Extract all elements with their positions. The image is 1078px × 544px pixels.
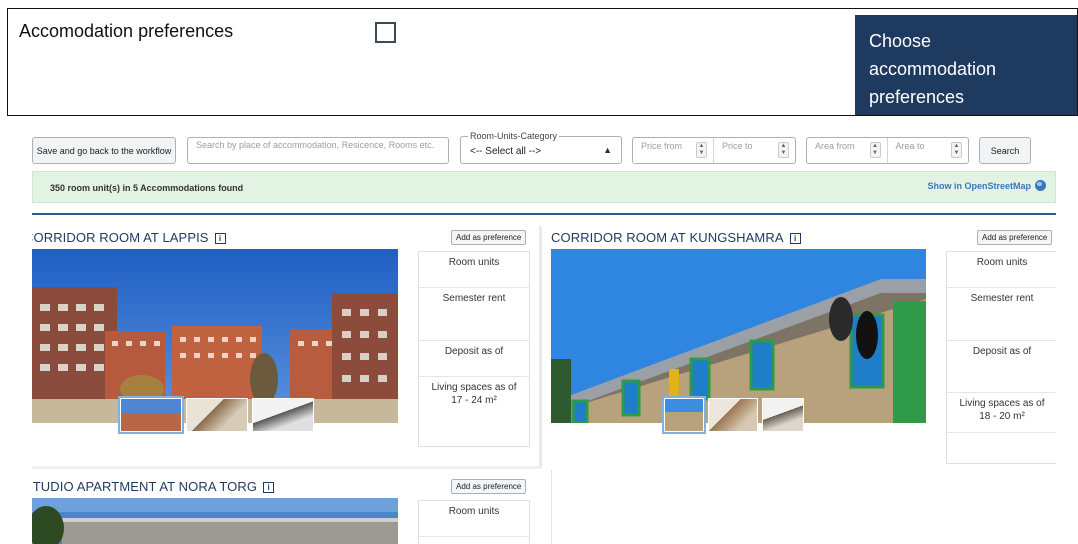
spinner-icon[interactable]: ▲ ▼ [869,142,881,158]
price-to-placeholder: Price to [722,141,753,151]
room-category-value: <-- Select all --> [470,146,542,157]
deposit-text: Deposit as of [972,346,1032,357]
deposit-text: Deposit as of [444,346,504,357]
column-divider [551,470,552,544]
living-spaces-label: Living spaces as of 18 - 20 m² [947,393,1056,433]
spinner-icon[interactable]: ▲ ▼ [778,142,789,158]
results-divider [32,213,1056,215]
area-to-input[interactable]: Area to ▲ ▼ [888,138,969,163]
area-from-placeholder: Area from [815,141,855,151]
photo-thumbnails [662,396,804,434]
deposit-label: Deposit as of [419,341,529,377]
nora-torg-photo-image [32,498,398,544]
back-to-workflow-button[interactable]: Save and go back to the workflow [32,137,176,164]
thumbnail-image[interactable] [186,398,248,432]
choose-preferences-button[interactable]: Choose accommodation preferences [855,15,1077,115]
lappis-photo-image [32,249,398,423]
card-title[interactable]: CORRIDOR ROOM AT LAPPIS i [32,230,226,245]
row-separator [32,466,542,469]
results-summary: 350 room unit(s) in 5 Accommodations fou… [50,183,244,193]
accommodation-info-panel: Room units Semester rent Deposit as of L… [946,251,1056,464]
search-input[interactable]: Search by place of accommodation, Resice… [187,137,449,164]
openstreetmap-link[interactable]: Show in OpenStreetMap [927,181,1031,191]
area-from-input[interactable]: Area from ▲ ▼ [807,138,888,163]
room-category-select[interactable]: Room-Units-Category <-- Select all --> ▲… [460,131,622,164]
area-to-placeholder: Area to [895,141,925,151]
semester-rent-text: Semester rent [442,293,506,304]
room-units-text: Room units [976,257,1028,268]
preference-bar: Accomodation preferences Choose accommod… [7,8,1078,116]
living-spaces-text: Living spaces as of [431,382,517,393]
accommodation-card-nora-torg: STUDIO APARTMENT AT NORA TORG i Add as pr… [32,477,538,544]
thumbnail-image[interactable] [762,398,804,432]
card-title-text: CORRIDOR ROOM AT LAPPIS [32,230,209,245]
search-toolbar: Save and go back to the workflow Search … [0,130,1078,170]
deposit-label: Deposit as of [947,341,1056,393]
preference-label: Accomodation preferences [19,21,234,41]
card-title[interactable]: CORRIDOR ROOM AT KUNGSHAMRA i [551,230,801,245]
room-units-text: Room units [448,257,500,268]
info-icon[interactable]: i [263,482,275,493]
living-spaces-text: Living spaces as of [959,398,1045,409]
card-separator [539,226,542,466]
thumbnail-image[interactable] [708,398,758,432]
globe-icon[interactable] [1035,180,1046,191]
living-spaces-label: Living spaces as of 17 - 24 m² [419,377,529,413]
accommodation-card-kungshamra: CORRIDOR ROOM AT KUNGSHAMRA i Add as pref… [551,228,1056,464]
spinner-icon[interactable]: ▲ ▼ [951,142,962,158]
room-units-label: Room units [947,252,1056,288]
semester-rent-text: Semester rent [970,293,1034,304]
results-banner: 350 room unit(s) in 5 Accommodations fou… [32,171,1056,203]
photo-thumbnails [118,396,314,434]
room-category-legend: Room-Units-Category [468,131,560,141]
info-icon[interactable]: i [214,233,226,244]
thumbnail-image[interactable] [662,396,706,434]
search-button[interactable]: Search [979,137,1031,164]
price-to-input[interactable]: Price to ▲ ▼ [714,138,795,163]
room-units-label: Room units [419,252,529,288]
add-as-preference-button[interactable]: Add as preference [977,230,1053,245]
info-icon[interactable]: i [789,233,801,244]
room-units-text: Room units [448,506,500,517]
accommodation-photo[interactable] [551,249,926,423]
add-as-preference-button[interactable]: Add as preference [451,479,527,494]
card-title-text: CORRIDOR ROOM AT KUNGSHAMRA [551,230,784,245]
semester-rent-label: Semester rent [947,288,1056,341]
accommodation-card-lappis: CORRIDOR ROOM AT LAPPIS i Add as preferen… [32,228,538,464]
accommodation-photo[interactable] [32,498,398,544]
preference-checkbox[interactable] [375,22,396,43]
card-title[interactable]: STUDIO APARTMENT AT NORA TORG i [32,479,275,494]
accommodation-photo[interactable] [32,249,398,423]
area-range: Area from ▲ ▼ Area to ▲ ▼ [806,137,969,164]
living-spaces-value: 18 - 20 m² [979,411,1025,422]
card-title-text: STUDIO APARTMENT AT NORA TORG [32,479,258,494]
kungshamra-photo-image [551,249,926,423]
semester-rent-label: Semester rent [419,288,529,341]
spinner-icon[interactable]: ▲ ▼ [696,142,707,158]
price-from-placeholder: Price from [641,141,683,151]
thumbnail-image[interactable] [252,398,314,432]
add-as-preference-button[interactable]: Add as preference [451,230,527,245]
price-from-input[interactable]: Price from ▲ ▼ [633,138,714,163]
living-spaces-value: 17 - 24 m² [451,395,497,406]
select-arrows-icon: ▲︎ [603,145,612,155]
thumbnail-image[interactable] [118,396,184,434]
room-units-label: Room units [419,501,529,537]
accommodation-info-panel: Room units Semester rent Deposit as of L… [418,251,530,447]
accommodation-info-panel: Room units [418,500,530,544]
price-range: Price from ▲ ▼ Price to ▲ ▼ [632,137,796,164]
